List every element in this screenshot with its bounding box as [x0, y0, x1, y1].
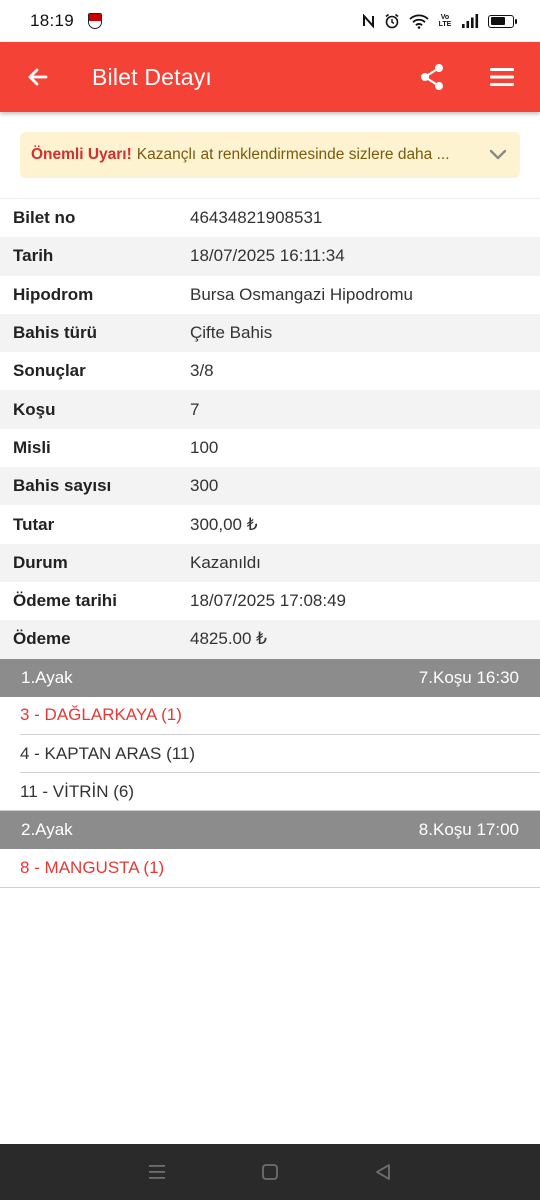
share-icon[interactable]	[410, 55, 454, 99]
detail-value: Çifte Bahis	[190, 323, 273, 343]
detail-label: Bahis türü	[13, 323, 98, 343]
leg-race: 7.Koşu 16:30	[418, 667, 519, 687]
leg-name: 1.Ayak	[21, 667, 73, 687]
detail-label: Ödeme	[13, 629, 71, 649]
nfc-icon	[362, 14, 375, 28]
detail-row-bahis-turu: Bahis türü Çifte Bahis	[0, 313, 540, 353]
detail-value: Bursa Osmangazi Hipodromu	[190, 284, 413, 304]
home-icon[interactable]	[250, 1152, 290, 1192]
detail-value: Kazanıldı	[190, 552, 261, 572]
detail-row-tutar: Tutar 300,00 ₺	[0, 505, 540, 543]
battery-icon	[488, 14, 517, 28]
runner-item: 3 - DAĞLARKAYA (1)	[20, 697, 540, 735]
leg-name: 2.Ayak	[21, 820, 73, 840]
detail-label: Tarih	[13, 246, 54, 266]
volte-icon: Vo LTE	[438, 14, 452, 28]
menu-icon[interactable]	[480, 55, 524, 99]
detail-value: 300	[190, 476, 219, 496]
system-nav-bar	[0, 1144, 540, 1200]
detail-label: Durum	[13, 552, 68, 572]
detail-label: Bahis sayısı	[13, 476, 112, 496]
detail-row-bilet-no: Bilet no 46434821908531	[0, 199, 540, 237]
signal-icon	[461, 14, 479, 28]
detail-value: 300,00 ₺	[190, 514, 258, 534]
battery-level	[490, 17, 506, 25]
alarm-icon	[384, 13, 400, 29]
detail-value: 7	[190, 399, 200, 419]
app-bar: Bilet Detayı	[0, 42, 540, 112]
club-badge-icon	[88, 13, 103, 29]
detail-row-durum: Durum Kazanıldı	[0, 543, 540, 582]
detail-row-odeme: Ödeme 4825.00 ₺	[0, 620, 540, 659]
status-time: 18:19	[30, 11, 75, 30]
runner-item: 11 - VİTRİN (6)	[0, 773, 540, 812]
detail-label: Tutar	[13, 514, 55, 534]
leg-header-1: 1.Ayak 7.Koşu 16:30	[0, 658, 540, 697]
detail-row-kosu: Koşu 7	[0, 390, 540, 429]
leg-header-2: 2.Ayak 8.Koşu 17:00	[0, 811, 540, 850]
detail-row-hipodrom: Hipodrom Bursa Osmangazi Hipodromu	[0, 276, 540, 314]
warning-banner[interactable]: Önemli Uyarı! Kazançlı at renklendirmesi…	[20, 132, 520, 178]
chevron-down-icon[interactable]	[488, 145, 508, 165]
detail-row-bahis-sayisi: Bahis sayısı 300	[0, 467, 540, 506]
status-bar: 18:19 Vo LTE	[0, 0, 540, 42]
detail-label: Koşu	[13, 399, 56, 419]
detail-label: Ödeme tarihi	[13, 591, 117, 611]
detail-value: 18/07/2025 16:11:34	[190, 246, 345, 266]
back-triangle-icon[interactable]	[363, 1152, 403, 1192]
detail-label: Misli	[13, 437, 51, 457]
detail-row-sonuclar: Sonuçlar 3/8	[0, 352, 540, 390]
back-arrow-icon[interactable]	[18, 57, 58, 97]
wifi-icon	[409, 14, 429, 29]
detail-label: Hipodrom	[13, 284, 94, 304]
detail-value: 46434821908531	[190, 208, 323, 228]
runner-item: 4 - KAPTAN ARAS (11)	[20, 735, 540, 774]
detail-value: 100	[190, 437, 219, 457]
detail-row-misli: Misli 100	[0, 429, 540, 467]
detail-value: 18/07/2025 17:08:49	[190, 591, 346, 611]
detail-row-tarih: Tarih 18/07/2025 16:11:34	[0, 237, 540, 276]
page-title: Bilet Detayı	[92, 63, 213, 90]
detail-value: 3/8	[190, 361, 214, 381]
detail-value: 4825.00 ₺	[190, 629, 267, 649]
detail-label: Sonuçlar	[13, 361, 86, 381]
detail-label: Bilet no	[13, 208, 76, 228]
runner-item: 8 - MANGUSTA (1)	[0, 849, 540, 888]
detail-row-odeme-tarihi: Ödeme tarihi 18/07/2025 17:08:49	[0, 582, 540, 620]
recents-icon[interactable]	[137, 1152, 177, 1192]
leg-race: 8.Koşu 17:00	[418, 820, 519, 840]
ticket-details: Bilet no 46434821908531 Tarih 18/07/2025…	[0, 198, 540, 659]
warning-title: Önemli Uyarı!	[31, 146, 132, 163]
warning-text: Kazançlı at renklendirmesinde sizlere da…	[136, 146, 450, 163]
